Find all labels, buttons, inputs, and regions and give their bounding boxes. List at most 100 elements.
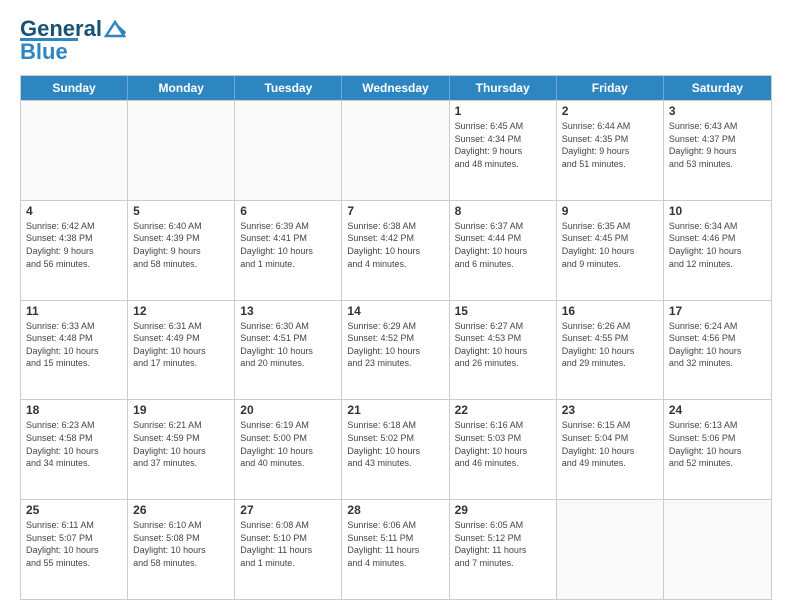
day-cell-5: 5Sunrise: 6:40 AM Sunset: 4:39 PM Daylig… [128, 201, 235, 300]
day-cell-3: 3 Sunrise: 6:43 AM Sunset: 4:37 PM Daylig… [664, 101, 771, 200]
logo: General Blue [20, 16, 126, 65]
day-info: Sunrise: 6:45 AM Sunset: 4:34 PM Dayligh… [455, 120, 551, 170]
day-number: 2 [562, 104, 658, 118]
day-cell-16: 16 Sunrise: 6:26 AM Sunset: 4:55 PM Dayli… [557, 301, 664, 400]
day-number: 13 [240, 304, 336, 318]
day-info: Sunrise: 6:34 AM Sunset: 4:46 PM Dayligh… [669, 220, 766, 270]
logo-blue: Blue [20, 39, 68, 65]
day-cell-23: 23 Sunrise: 6:15 AM Sunset: 5:04 PM Dayli… [557, 400, 664, 499]
weekday-header-wednesday: Wednesday [342, 76, 449, 100]
day-info: Sunrise: 6:30 AM Sunset: 4:51 PM Dayligh… [240, 320, 336, 370]
day-info: Sunrise: 6:23 AM Sunset: 4:58 PM Dayligh… [26, 419, 122, 469]
page: General Blue SundayMondayTuesdayWednesda… [0, 0, 792, 612]
day-cell-10: 10Sunrise: 6:34 AM Sunset: 4:46 PM Dayli… [664, 201, 771, 300]
day-number: 16 [562, 304, 658, 318]
day-cell-21: 21Sunrise: 6:18 AM Sunset: 5:02 PM Dayli… [342, 400, 449, 499]
weekday-header-monday: Monday [128, 76, 235, 100]
day-info: Sunrise: 6:06 AM Sunset: 5:11 PM Dayligh… [347, 519, 443, 569]
day-number: 11 [26, 304, 122, 318]
day-number: 12 [133, 304, 229, 318]
calendar-header: SundayMondayTuesdayWednesdayThursdayFrid… [21, 76, 771, 100]
day-info: Sunrise: 6:44 AM Sunset: 4:35 PM Dayligh… [562, 120, 658, 170]
day-cell-11: 11 Sunrise: 6:33 AM Sunset: 4:48 PM Dayli… [21, 301, 128, 400]
calendar-row-2: 4 Sunrise: 6:42 AM Sunset: 4:38 PM Daylig… [21, 200, 771, 300]
day-info: Sunrise: 6:21 AM Sunset: 4:59 PM Dayligh… [133, 419, 229, 469]
day-number: 3 [669, 104, 766, 118]
day-cell-26: 26 Sunrise: 6:10 AM Sunset: 5:08 PM Dayli… [128, 500, 235, 599]
calendar-row-3: 11 Sunrise: 6:33 AM Sunset: 4:48 PM Dayli… [21, 300, 771, 400]
weekday-header-thursday: Thursday [450, 76, 557, 100]
day-number: 21 [347, 403, 443, 417]
empty-cell-r4c6 [664, 500, 771, 599]
day-info: Sunrise: 6:15 AM Sunset: 5:04 PM Dayligh… [562, 419, 658, 469]
day-number: 19 [133, 403, 229, 417]
calendar-row-1: 1 Sunrise: 6:45 AM Sunset: 4:34 PM Daylig… [21, 100, 771, 200]
logo-icon [104, 18, 126, 40]
day-cell-28: 28 Sunrise: 6:06 AM Sunset: 5:11 PM Dayli… [342, 500, 449, 599]
header: General Blue [20, 16, 772, 65]
day-cell-6: 6 Sunrise: 6:39 AM Sunset: 4:41 PM Daylig… [235, 201, 342, 300]
day-info: Sunrise: 6:24 AM Sunset: 4:56 PM Dayligh… [669, 320, 766, 370]
day-number: 4 [26, 204, 122, 218]
day-number: 18 [26, 403, 122, 417]
weekday-header-friday: Friday [557, 76, 664, 100]
day-cell-18: 18 Sunrise: 6:23 AM Sunset: 4:58 PM Dayli… [21, 400, 128, 499]
day-number: 17 [669, 304, 766, 318]
day-info: Sunrise: 6:19 AM Sunset: 5:00 PM Dayligh… [240, 419, 336, 469]
day-cell-13: 13 Sunrise: 6:30 AM Sunset: 4:51 PM Dayli… [235, 301, 342, 400]
day-number: 29 [455, 503, 551, 517]
day-cell-17: 17 Sunrise: 6:24 AM Sunset: 4:56 PM Dayli… [664, 301, 771, 400]
day-cell-22: 22Sunrise: 6:16 AM Sunset: 5:03 PM Dayli… [450, 400, 557, 499]
day-info: Sunrise: 6:10 AM Sunset: 5:08 PM Dayligh… [133, 519, 229, 569]
day-cell-15: 15Sunrise: 6:27 AM Sunset: 4:53 PM Dayli… [450, 301, 557, 400]
empty-cell-r0c3 [342, 101, 449, 200]
day-info: Sunrise: 6:42 AM Sunset: 4:38 PM Dayligh… [26, 220, 122, 270]
day-cell-14: 14Sunrise: 6:29 AM Sunset: 4:52 PM Dayli… [342, 301, 449, 400]
empty-cell-r0c1 [128, 101, 235, 200]
day-info: Sunrise: 6:08 AM Sunset: 5:10 PM Dayligh… [240, 519, 336, 569]
day-cell-27: 27 Sunrise: 6:08 AM Sunset: 5:10 PM Dayli… [235, 500, 342, 599]
day-info: Sunrise: 6:26 AM Sunset: 4:55 PM Dayligh… [562, 320, 658, 370]
day-cell-20: 20 Sunrise: 6:19 AM Sunset: 5:00 PM Dayli… [235, 400, 342, 499]
day-info: Sunrise: 6:05 AM Sunset: 5:12 PM Dayligh… [455, 519, 551, 569]
day-cell-7: 7Sunrise: 6:38 AM Sunset: 4:42 PM Daylig… [342, 201, 449, 300]
empty-cell-r0c2 [235, 101, 342, 200]
day-number: 5 [133, 204, 229, 218]
day-info: Sunrise: 6:39 AM Sunset: 4:41 PM Dayligh… [240, 220, 336, 270]
day-number: 6 [240, 204, 336, 218]
calendar-row-5: 25Sunrise: 6:11 AM Sunset: 5:07 PM Dayli… [21, 499, 771, 599]
day-number: 15 [455, 304, 551, 318]
day-cell-4: 4 Sunrise: 6:42 AM Sunset: 4:38 PM Daylig… [21, 201, 128, 300]
day-info: Sunrise: 6:16 AM Sunset: 5:03 PM Dayligh… [455, 419, 551, 469]
day-number: 1 [455, 104, 551, 118]
day-number: 24 [669, 403, 766, 417]
day-number: 28 [347, 503, 443, 517]
day-info: Sunrise: 6:33 AM Sunset: 4:48 PM Dayligh… [26, 320, 122, 370]
day-info: Sunrise: 6:31 AM Sunset: 4:49 PM Dayligh… [133, 320, 229, 370]
day-number: 20 [240, 403, 336, 417]
day-info: Sunrise: 6:43 AM Sunset: 4:37 PM Dayligh… [669, 120, 766, 170]
day-info: Sunrise: 6:38 AM Sunset: 4:42 PM Dayligh… [347, 220, 443, 270]
day-number: 27 [240, 503, 336, 517]
day-cell-12: 12 Sunrise: 6:31 AM Sunset: 4:49 PM Dayli… [128, 301, 235, 400]
day-cell-29: 29 Sunrise: 6:05 AM Sunset: 5:12 PM Dayli… [450, 500, 557, 599]
day-info: Sunrise: 6:11 AM Sunset: 5:07 PM Dayligh… [26, 519, 122, 569]
day-info: Sunrise: 6:13 AM Sunset: 5:06 PM Dayligh… [669, 419, 766, 469]
day-cell-1: 1 Sunrise: 6:45 AM Sunset: 4:34 PM Daylig… [450, 101, 557, 200]
day-number: 9 [562, 204, 658, 218]
day-info: Sunrise: 6:37 AM Sunset: 4:44 PM Dayligh… [455, 220, 551, 270]
day-info: Sunrise: 6:29 AM Sunset: 4:52 PM Dayligh… [347, 320, 443, 370]
empty-cell-r4c5 [557, 500, 664, 599]
weekday-header-saturday: Saturday [664, 76, 771, 100]
day-cell-9: 9 Sunrise: 6:35 AM Sunset: 4:45 PM Daylig… [557, 201, 664, 300]
day-cell-24: 24 Sunrise: 6:13 AM Sunset: 5:06 PM Dayli… [664, 400, 771, 499]
day-number: 23 [562, 403, 658, 417]
day-number: 26 [133, 503, 229, 517]
weekday-header-sunday: Sunday [21, 76, 128, 100]
weekday-header-tuesday: Tuesday [235, 76, 342, 100]
calendar-body: 1 Sunrise: 6:45 AM Sunset: 4:34 PM Daylig… [21, 100, 771, 599]
day-cell-25: 25Sunrise: 6:11 AM Sunset: 5:07 PM Dayli… [21, 500, 128, 599]
calendar-row-4: 18 Sunrise: 6:23 AM Sunset: 4:58 PM Dayli… [21, 399, 771, 499]
day-cell-8: 8Sunrise: 6:37 AM Sunset: 4:44 PM Daylig… [450, 201, 557, 300]
day-info: Sunrise: 6:35 AM Sunset: 4:45 PM Dayligh… [562, 220, 658, 270]
